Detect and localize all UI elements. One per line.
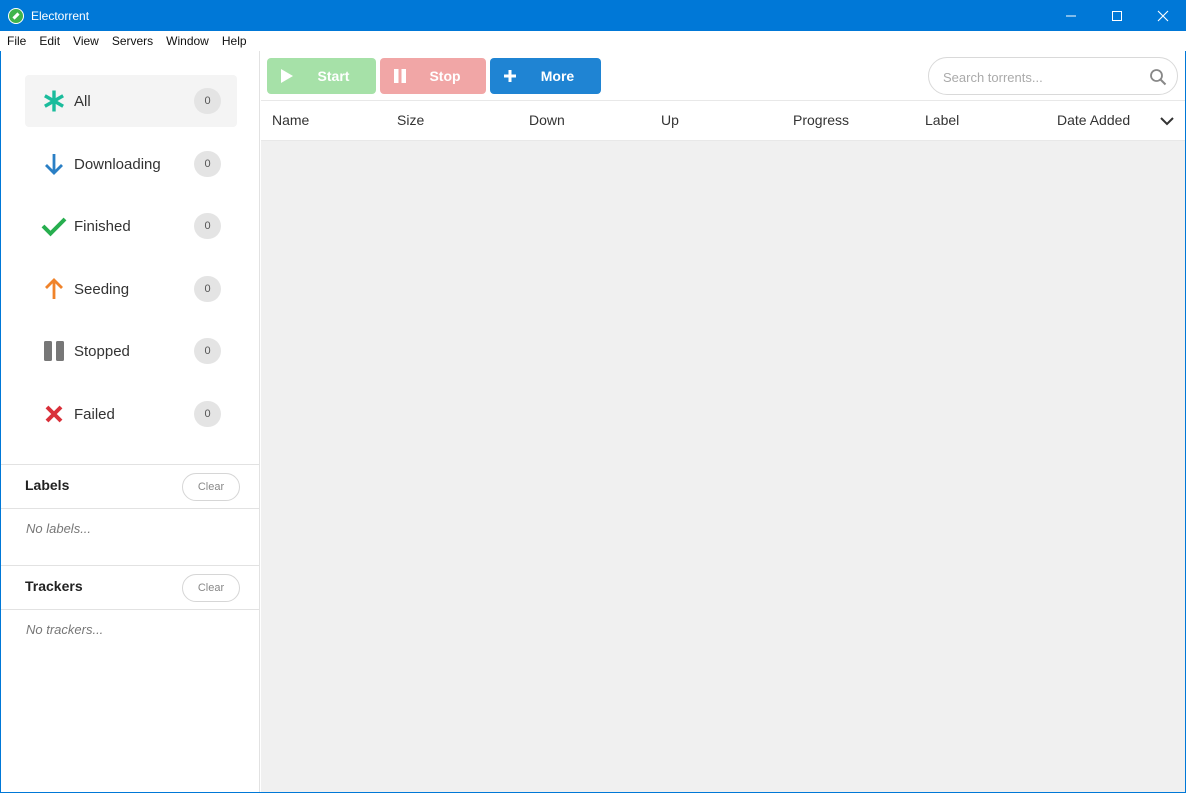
status-count-badge: 0 [194, 213, 221, 239]
minimize-button[interactable] [1048, 0, 1094, 31]
menu-edit[interactable]: Edit [32, 31, 66, 51]
asterisk-icon [41, 88, 67, 114]
search-icon[interactable] [1149, 68, 1167, 86]
app-logo-icon [8, 7, 24, 24]
divider [1, 565, 260, 566]
trackers-empty-text: No trackers... [26, 622, 104, 637]
sidebar-item-seeding[interactable]: Seeding 0 [25, 263, 237, 315]
labels-empty-text: No labels... [26, 521, 92, 536]
stop-label: Stop [429, 68, 461, 84]
menu-view[interactable]: View [66, 31, 105, 51]
arrow-down-icon [41, 151, 67, 177]
more-label: More [540, 68, 575, 84]
more-button[interactable]: More [490, 58, 601, 94]
search-box [928, 57, 1178, 95]
divider [1, 508, 260, 509]
status-label: Finished [74, 217, 131, 235]
column-header-label[interactable]: Label [925, 112, 959, 128]
sidebar-item-failed[interactable]: Failed 0 [25, 388, 237, 440]
status-label: Failed [74, 405, 115, 423]
sidebar-item-all[interactable]: All 0 [25, 75, 237, 127]
sidebar-item-stopped[interactable]: Stopped 0 [25, 325, 237, 377]
checkmark-icon [41, 213, 67, 239]
window-title: Electorrent [31, 8, 90, 23]
column-header-down[interactable]: Down [529, 112, 565, 128]
column-header-up[interactable]: Up [661, 112, 679, 128]
maximize-icon [1112, 10, 1122, 21]
labels-clear-button[interactable]: Clear [182, 473, 240, 501]
title-bar[interactable]: Electorrent [0, 0, 1186, 31]
sidebar-item-finished[interactable]: Finished 0 [25, 200, 237, 252]
trackers-title: Trackers [25, 578, 83, 594]
start-button[interactable]: Start [267, 58, 376, 94]
trackers-clear-button[interactable]: Clear [182, 574, 240, 602]
pause-icon [41, 338, 67, 364]
start-label: Start [317, 68, 350, 84]
arrow-up-icon [41, 276, 67, 302]
status-label: Stopped [74, 342, 130, 360]
status-label: All [74, 92, 91, 110]
chevron-down-icon[interactable] [1159, 114, 1175, 128]
menu-file[interactable]: File [0, 31, 32, 51]
close-icon [1157, 10, 1169, 21]
menu-help[interactable]: Help [215, 31, 253, 51]
labels-title: Labels [25, 477, 70, 493]
status-label: Seeding [74, 280, 130, 298]
status-count-badge: 0 [194, 88, 221, 114]
status-count-badge: 0 [194, 151, 221, 177]
close-button[interactable] [1140, 0, 1186, 31]
column-header-date-added[interactable]: Date Added [1057, 112, 1130, 128]
menu-servers[interactable]: Servers [105, 31, 159, 51]
search-input[interactable] [943, 67, 1143, 87]
status-count-badge: 0 [194, 276, 221, 302]
status-count-badge: 0 [194, 401, 221, 427]
menu-bar: File Edit View Servers Window Help [0, 31, 1186, 51]
torrent-list[interactable] [261, 141, 1185, 792]
column-header-size[interactable]: Size [397, 112, 424, 128]
table-header: Name Size Down Up Progress Label Date Ad… [261, 100, 1185, 141]
column-header-progress[interactable]: Progress [793, 112, 849, 128]
sidebar-item-downloading[interactable]: Downloading 0 [25, 138, 237, 190]
status-count-badge: 0 [194, 338, 221, 364]
stop-button[interactable]: Stop [380, 58, 486, 94]
divider [1, 609, 260, 610]
column-header-name[interactable]: Name [272, 112, 309, 128]
minimize-icon [1066, 15, 1076, 16]
status-label: Downloading [74, 155, 161, 173]
menu-window[interactable]: Window [159, 31, 215, 51]
cross-icon [41, 401, 67, 427]
maximize-button[interactable] [1094, 0, 1140, 31]
divider [1, 464, 260, 465]
sidebar: All 0 Downloading 0 Finished 0 Seeding 0… [1, 51, 260, 792]
